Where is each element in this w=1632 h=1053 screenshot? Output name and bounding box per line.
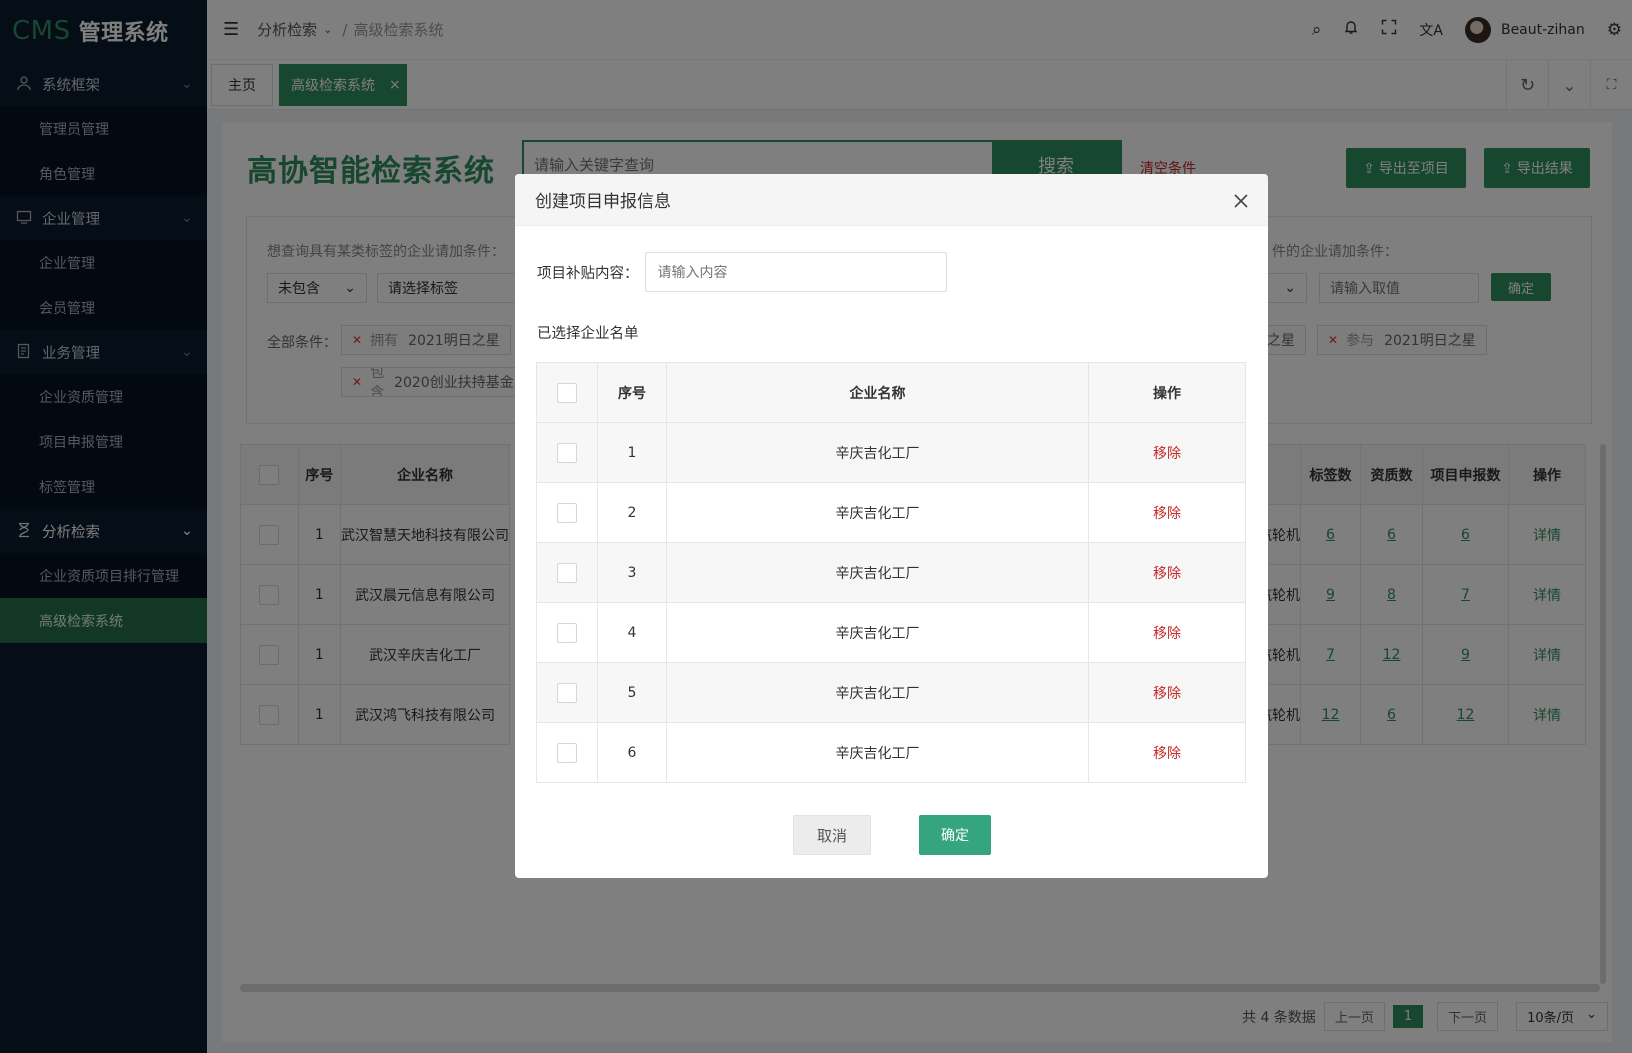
table-row: 2 辛庆吉化工厂 移除: [536, 482, 1246, 543]
row-name: 辛庆吉化工厂: [666, 602, 1089, 663]
row-checkbox[interactable]: [557, 682, 577, 703]
row-checkbox[interactable]: [557, 442, 577, 463]
remove-link[interactable]: 移除: [1153, 566, 1181, 582]
selected-enterprise-table: 序号 企业名称 操作 1 辛庆吉化工厂 移除 2 辛庆吉化工厂 移除 3 辛庆吉…: [536, 362, 1246, 783]
row-no: 4: [597, 602, 667, 663]
remove-link[interactable]: 移除: [1153, 506, 1181, 522]
subsidy-label: 项目补贴内容：: [537, 265, 639, 282]
row-name: 辛庆吉化工厂: [666, 482, 1089, 543]
table-row: 1 辛庆吉化工厂 移除: [536, 422, 1246, 483]
row-checkbox[interactable]: [557, 502, 577, 523]
column-header: 序号: [597, 362, 667, 423]
remove-link[interactable]: 移除: [1153, 686, 1181, 702]
close-icon[interactable]: [1234, 193, 1248, 212]
row-checkbox[interactable]: [557, 742, 577, 763]
dialog-title: 创建项目申报信息: [535, 192, 671, 212]
create-project-dialog: 创建项目申报信息 项目补贴内容： 已选择企业名单 序号 企业名称 操作 1 辛庆…: [515, 174, 1268, 878]
select-all-checkbox[interactable]: [557, 382, 577, 403]
table-row: 5 辛庆吉化工厂 移除: [536, 662, 1246, 723]
row-no: 2: [597, 482, 667, 543]
table-row: 4 辛庆吉化工厂 移除: [536, 602, 1246, 663]
row-name: 辛庆吉化工厂: [666, 542, 1089, 603]
column-header: 操作: [1088, 362, 1246, 423]
remove-link[interactable]: 移除: [1153, 626, 1181, 642]
selected-list-label: 已选择企业名单: [537, 326, 639, 342]
table-row: 3 辛庆吉化工厂 移除: [536, 542, 1246, 603]
row-name: 辛庆吉化工厂: [666, 662, 1089, 723]
row-no: 5: [597, 662, 667, 723]
table-row: 6 辛庆吉化工厂 移除: [536, 722, 1246, 783]
row-name: 辛庆吉化工厂: [666, 722, 1089, 783]
remove-link[interactable]: 移除: [1153, 746, 1181, 762]
subsidy-input[interactable]: [644, 252, 947, 292]
row-checkbox[interactable]: [557, 622, 577, 643]
cancel-button[interactable]: 取消: [793, 815, 871, 855]
dialog-header: 创建项目申报信息: [515, 174, 1268, 226]
row-name: 辛庆吉化工厂: [666, 422, 1089, 483]
row-no: 6: [597, 722, 667, 783]
select-all-cell: [536, 362, 598, 423]
row-no: 1: [597, 422, 667, 483]
confirm-button[interactable]: 确定: [919, 815, 991, 855]
remove-link[interactable]: 移除: [1153, 446, 1181, 462]
column-header: 企业名称: [666, 362, 1089, 423]
row-checkbox[interactable]: [557, 562, 577, 583]
row-no: 3: [597, 542, 667, 603]
